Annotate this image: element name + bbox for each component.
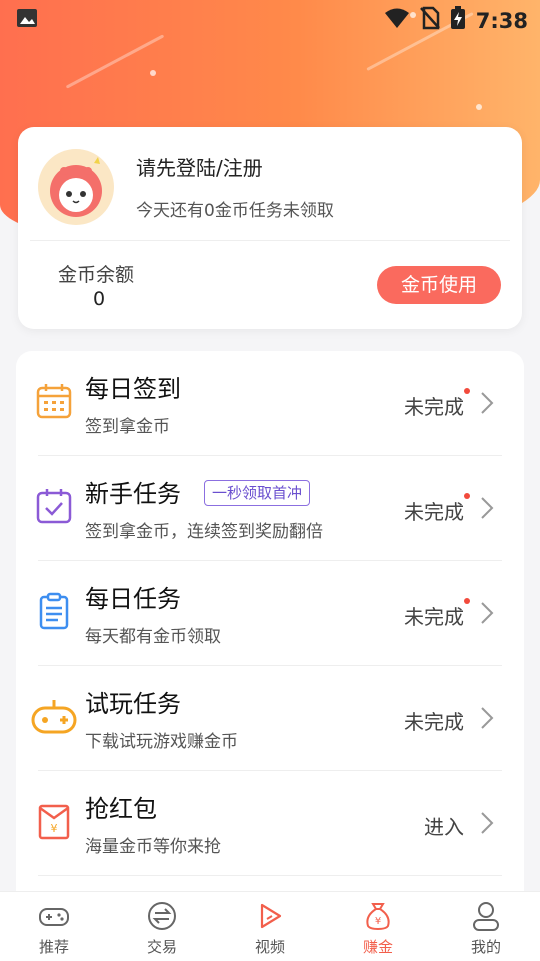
task-subtitle: 海量金币等你来抢: [85, 837, 221, 857]
gamepad-icon: [30, 696, 78, 736]
use-coins-button[interactable]: 金币使用: [377, 266, 501, 304]
task-row-trial-games[interactable]: 试玩任务 下载试玩游戏赚金币 未完成: [16, 666, 524, 771]
svg-text:¥: ¥: [51, 822, 58, 835]
unread-dot: [464, 598, 470, 604]
checkbox-icon: [34, 486, 74, 526]
task-title: 新手任务: [85, 480, 181, 508]
tab-trade[interactable]: 交易: [108, 892, 216, 961]
clipboard-icon: [34, 591, 74, 631]
status-bar: 7:38: [0, 0, 540, 36]
tab-video[interactable]: 视频: [216, 892, 324, 961]
tab-label: 交易: [146, 938, 177, 956]
decor-star: [476, 104, 482, 110]
task-title: 每日任务: [85, 585, 181, 613]
chevron-right-icon: [474, 706, 498, 730]
task-subtitle: 签到拿金币: [85, 417, 170, 437]
profile-card: 请先登陆/注册 今天还有0金币任务未领取 金币余额 0 金币使用: [18, 127, 522, 329]
wifi-icon: [384, 7, 410, 34]
tab-label: 视频: [254, 938, 285, 956]
red-envelope-icon: ¥: [34, 801, 74, 841]
svg-text:¥: ¥: [375, 916, 381, 927]
task-status: 未完成: [404, 395, 464, 419]
task-list: 每日签到 签到拿金币 未完成 新手任务 签到拿金币，连续签到奖励翻倍 未完成 每…: [16, 351, 524, 911]
divider: [38, 875, 502, 876]
login-register-link[interactable]: 请先登陆/注册: [136, 152, 263, 181]
task-title: 试玩任务: [85, 690, 181, 718]
task-subtitle: 每天都有金币领取: [85, 627, 221, 647]
money-bag-icon: ¥: [362, 900, 394, 932]
task-subtitle: 签到拿金币，连续签到奖励翻倍: [85, 522, 323, 542]
task-row-newbie[interactable]: 新手任务 签到拿金币，连续签到奖励翻倍 未完成: [16, 456, 524, 561]
chevron-right-icon: [474, 496, 498, 520]
pending-tasks-text: 今天还有0金币任务未领取: [136, 201, 334, 221]
chevron-right-icon: [474, 811, 498, 835]
task-row-daily-tasks[interactable]: 每日任务 每天都有金币领取 未完成: [16, 561, 524, 666]
tab-earn[interactable]: ¥ 赚金: [324, 892, 432, 961]
gamepad-icon: [38, 900, 70, 932]
unread-dot: [464, 493, 470, 499]
tab-label: 推荐: [38, 938, 69, 956]
newbie-bonus-badge: 一秒领取首冲: [204, 480, 311, 506]
task-status: 未完成: [404, 710, 464, 734]
user-icon: [470, 900, 502, 932]
divider: [30, 240, 510, 241]
calendar-icon: [34, 381, 74, 421]
task-title: 抢红包: [85, 795, 157, 823]
no-sim-icon: [419, 6, 440, 35]
task-status: 未完成: [404, 500, 464, 524]
task-row-daily-checkin[interactable]: 每日签到 签到拿金币 未完成: [16, 351, 524, 456]
coin-balance-value: 0: [93, 288, 106, 310]
clock-time: 7:38: [475, 8, 528, 33]
avatar[interactable]: [38, 149, 114, 225]
task-status: 未完成: [404, 605, 464, 629]
bottom-tab-bar: 推荐 交易 视频 ¥ 赚金 我的: [0, 891, 540, 961]
chevron-right-icon: [474, 391, 498, 415]
battery-charging-icon: [450, 6, 466, 35]
task-subtitle: 下载试玩游戏赚金币: [85, 732, 238, 752]
decor-star: [150, 70, 156, 76]
task-row-red-envelope[interactable]: ¥ 抢红包 海量金币等你来抢 进入: [16, 771, 524, 876]
tab-label: 赚金: [362, 938, 393, 956]
task-status: 进入: [424, 815, 464, 839]
decor-streak: [65, 34, 165, 89]
image-notification-icon: [16, 8, 38, 32]
tab-recommend[interactable]: 推荐: [0, 892, 108, 961]
coin-balance-label: 金币余额: [58, 264, 135, 286]
play-icon: [254, 900, 286, 932]
tab-label: 我的: [470, 938, 501, 956]
task-title: 每日签到: [85, 375, 181, 403]
chevron-right-icon: [474, 601, 498, 625]
exchange-icon: [146, 900, 178, 932]
unread-dot: [464, 388, 470, 394]
tab-mine[interactable]: 我的: [432, 892, 540, 961]
